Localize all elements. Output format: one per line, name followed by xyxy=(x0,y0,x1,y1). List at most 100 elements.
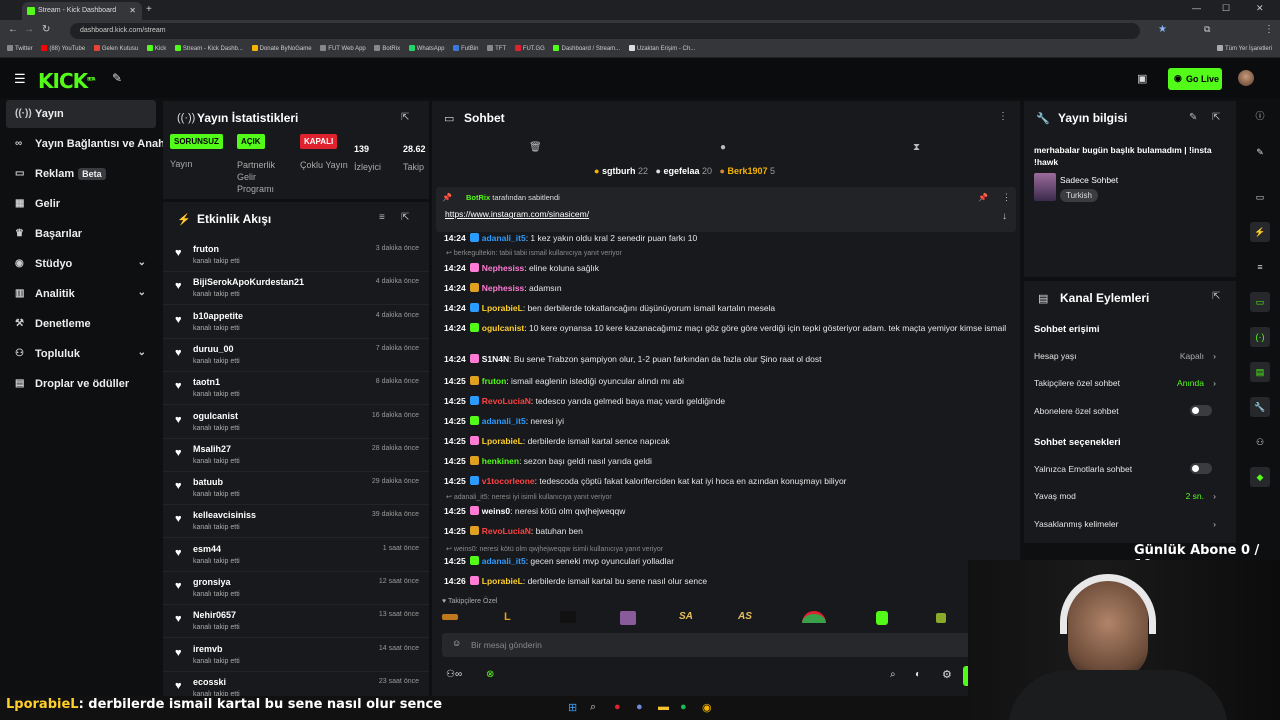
bookmark-item[interactable]: Stream - Kick Dashb... xyxy=(174,42,243,57)
emote-icon[interactable] xyxy=(936,613,946,623)
activity-row[interactable]: ♥ kelleavcisiniss kanalı takip etti 39 daki… xyxy=(163,505,429,539)
activity-row[interactable]: ♥ Msalih27 kanalı takip etti 28 dakika önce xyxy=(163,439,429,472)
discord-icon[interactable]: ● xyxy=(636,701,643,713)
message-username[interactable]: adanali_it5 xyxy=(482,556,526,566)
chrome-icon[interactable]: ◉ xyxy=(702,701,712,714)
activity-row[interactable]: ♥ b10appetite kanalı takip etti 4 dakika ön… xyxy=(163,306,429,339)
edit-icon[interactable]: ✎ xyxy=(1250,142,1270,162)
edit-icon[interactable]: ✎ xyxy=(1189,112,1197,123)
bookmark-item[interactable]: Donate ByNoGame xyxy=(251,42,312,57)
message-username[interactable]: LporabieL xyxy=(482,576,523,586)
app-icon[interactable]: ● xyxy=(614,701,621,713)
bookmark-item[interactable]: FUT.GG xyxy=(514,42,545,57)
expand-icon[interactable]: ⇱ xyxy=(1212,112,1220,123)
message-username[interactable]: adanali_it5 xyxy=(482,233,526,243)
chat-icon[interactable]: ▭ xyxy=(1250,292,1270,312)
address-bar[interactable]: dashboard.kick.com/stream xyxy=(70,23,1140,39)
expand-icon[interactable]: ⇱ xyxy=(1212,291,1220,302)
more-icon[interactable]: ⋮ xyxy=(998,111,1008,122)
message-username[interactable]: henkinen xyxy=(482,456,519,466)
reload-icon[interactable]: ↻ xyxy=(42,24,50,35)
chat-message[interactable]: 14:25 adanali_it5: neresi iyi xyxy=(444,415,1009,428)
lightning-icon[interactable]: ⚡ xyxy=(1250,222,1270,242)
chat-message[interactable]: 14:25 henkinen: sezon başı geldi nasıl ya… xyxy=(444,455,1009,468)
sidebar-item-analitik[interactable]: ▥ Analitik ⌄ xyxy=(6,280,156,308)
pin-icon[interactable]: ✎ xyxy=(112,71,122,85)
search-icon[interactable]: ⌕ xyxy=(890,669,896,680)
top-chatter[interactable]: ● sgtburh 22 xyxy=(594,166,648,176)
emote-icon[interactable] xyxy=(620,611,636,625)
menu-icon[interactable]: ☰ xyxy=(14,71,26,87)
message-username[interactable]: Nephesiss xyxy=(482,283,525,293)
slow-mode-row[interactable]: Yavaş mod 2 sn. › xyxy=(1034,491,1224,501)
trash-icon[interactable]: 🗑 xyxy=(529,142,542,153)
chat-input[interactable]: ☺ Bir mesaj gönderin xyxy=(442,633,1012,657)
banned-words-row[interactable]: Yasaklanmış kelimeler › xyxy=(1034,519,1224,529)
new-tab-icon[interactable]: + xyxy=(146,4,152,15)
message-username[interactable]: LporabieL xyxy=(482,436,523,446)
message-username[interactable]: weins0 xyxy=(482,506,510,516)
followers-only-row[interactable]: Takipçilere özel sohbet Anında › xyxy=(1034,378,1224,388)
bookmark-item[interactable]: FUT Web App xyxy=(320,42,366,57)
people-icon[interactable]: ⚇∞ xyxy=(446,669,462,680)
sidebar-item-basarilar[interactable]: ♛ Başarılar xyxy=(6,220,156,248)
pinned-more-icon[interactable]: ⋮ xyxy=(1002,192,1011,203)
bookmark-item[interactable]: Uzaktan Erişim - Ch... xyxy=(628,42,695,57)
chat-message[interactable]: 14:24 Nephesiss: eline koluna sağlık xyxy=(444,262,1009,275)
expand-icon[interactable]: ⇱ xyxy=(401,112,409,123)
bookmark-item[interactable]: Dashboard / Stream... xyxy=(553,42,620,57)
sidebar-item-droplar[interactable]: ▤ Droplar ve ödüller xyxy=(6,370,156,398)
bookmark-item[interactable]: TFT xyxy=(487,42,506,57)
creator-icon[interactable]: ▣ xyxy=(1137,72,1147,85)
sidebar-item-denetleme[interactable]: ⚒ Denetleme xyxy=(6,310,156,338)
chat-message[interactable]: 14:24 ogulcanist: 10 kere oynansa 10 kere… xyxy=(444,322,1009,335)
activity-row[interactable]: ♥ esm44 kanalı takip etti 1 saat önce xyxy=(163,539,429,572)
message-username[interactable]: ogulcanist xyxy=(482,323,525,333)
activity-row[interactable]: ♥ ogulcanist kanalı takip etti 16 dakika ön… xyxy=(163,406,429,439)
activity-row[interactable]: ♥ ecosski kanalı takip etti 23 saat önce xyxy=(163,672,429,696)
back-icon[interactable]: ← xyxy=(8,24,18,35)
message-username[interactable]: LporabieL xyxy=(482,303,523,313)
sidebar-item-gelir[interactable]: ▦ Gelir xyxy=(6,190,156,218)
chat-message[interactable]: 14:25 fruton: ismail eaglenin istediği oy… xyxy=(444,375,1009,388)
unpin-icon[interactable]: 📌 xyxy=(978,193,988,202)
emote-icon[interactable] xyxy=(560,611,576,623)
chat-message[interactable]: 14:24 S1N4N: Bu sene Trabzon şampiyon olu… xyxy=(444,353,1009,366)
message-icon[interactable]: ● xyxy=(720,142,726,153)
chat-message[interactable]: 14:24 adanali_it5: 1 kez yakın oldu kral … xyxy=(444,232,1009,245)
bookmark-item[interactable]: FutBin xyxy=(453,42,478,57)
chat-message[interactable]: 14:25 adanali_it5: gecen seneki mvp oyunc… xyxy=(444,555,1009,568)
subscribers-only-toggle[interactable] xyxy=(1190,405,1212,416)
kick-logo[interactable]: KICKBETA xyxy=(38,69,95,93)
chat-message[interactable]: 14:25 RevoLuciaN: batuhan ben xyxy=(444,525,1009,538)
activity-row[interactable]: ♥ taotn1 kanalı takip etti 8 dakika önce xyxy=(163,372,429,406)
message-username[interactable]: fruton xyxy=(482,376,507,386)
activity-row[interactable]: ♥ Nehir0657 kanalı takip etti 13 saat önce xyxy=(163,605,429,639)
activity-row[interactable]: ♥ iremvb kanalı takip etti 14 saat önce xyxy=(163,639,429,672)
emote-picker-icon[interactable]: ◐ xyxy=(915,669,921,680)
sidebar-item-reklam[interactable]: ▭ Reklam Beta xyxy=(6,160,156,188)
maximize-icon[interactable]: ☐ xyxy=(1222,3,1230,14)
sidebar-item-studyo[interactable]: ◉ Stüdyo ⌄ xyxy=(6,250,156,278)
chat-message[interactable]: 14:25 RevoLuciaN: tedesco yarıda gelmedi … xyxy=(444,395,1009,408)
category-name[interactable]: Sadece Sohbet xyxy=(1060,175,1118,185)
message-username[interactable]: adanali_it5 xyxy=(482,416,526,426)
browser-menu-icon[interactable]: ⋮ xyxy=(1264,24,1274,35)
chat-message[interactable]: 14:24 Nephesiss: adamsın xyxy=(444,282,1009,295)
people-icon[interactable]: ⚇ xyxy=(1250,432,1270,452)
activity-row[interactable]: ♥ BijiSerokApoKurdestan21 kanalı takip ett… xyxy=(163,272,429,306)
chat-message[interactable]: 14:24 LporabieL: ben derbilerde tokatlanc… xyxy=(444,302,1009,315)
layout-icon[interactable]: ▭ xyxy=(1250,187,1270,207)
gear-icon[interactable]: ⚙ xyxy=(942,668,952,681)
message-username[interactable]: S1N4N xyxy=(482,354,509,364)
message-username[interactable]: Nephesiss xyxy=(482,263,525,273)
emote-icon[interactable] xyxy=(876,611,888,625)
search-icon[interactable]: ⌕ xyxy=(590,701,596,714)
hourglass-icon[interactable]: ⧗ xyxy=(913,142,920,153)
kick-icon[interactable]: ⊗ xyxy=(486,669,494,680)
emote-icon[interactable]: SA xyxy=(679,611,693,622)
chat-message[interactable]: 14:26 LporabieL: derbilerde ismail kartal… xyxy=(444,575,1009,588)
top-chatter[interactable]: ● Berk1907 5 xyxy=(720,166,776,176)
activity-row[interactable]: ♥ gronsiya kanalı takip etti 12 saat önce xyxy=(163,572,429,605)
all-bookmarks[interactable]: Tüm Yer İşaretleri xyxy=(1216,42,1272,57)
